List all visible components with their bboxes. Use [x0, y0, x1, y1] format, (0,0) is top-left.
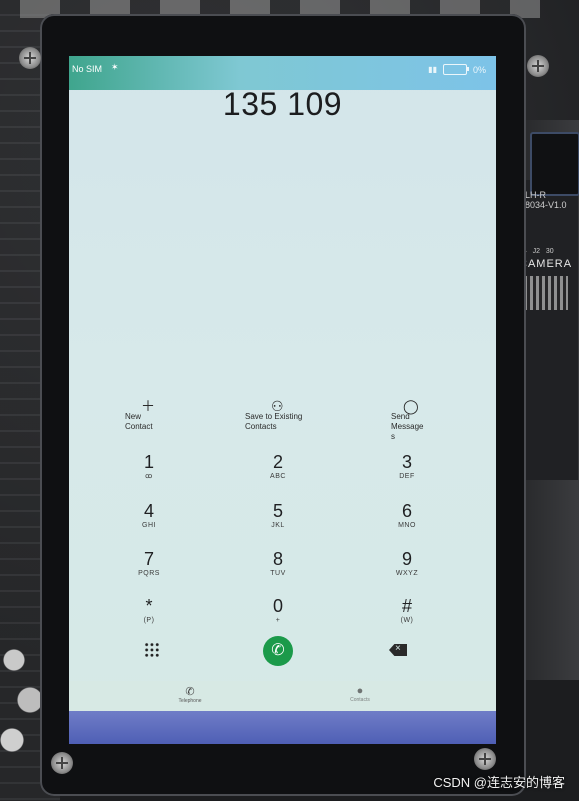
dialer-bottom-row: ✆ ×	[69, 634, 496, 674]
save-existing-label: Save to Existing Contacts	[245, 412, 303, 431]
key-letters: +	[275, 617, 281, 624]
key-digit: 6	[401, 501, 412, 521]
screw-icon	[527, 55, 549, 77]
camera-module-label: LH-R 8034-V1.0	[525, 190, 567, 210]
save-existing-button[interactable]: ⚇ Save to Existing Contacts	[245, 398, 303, 432]
key-4[interactable]: 4 GHI	[119, 501, 179, 531]
tab-telephone-label: Telephone	[178, 698, 202, 704]
key-digit: 4	[143, 501, 154, 521]
key-6[interactable]: 6 MNO	[377, 501, 437, 531]
key-letters: GHI	[142, 522, 156, 529]
key-letters: (P)	[143, 617, 155, 624]
person-icon: ●	[356, 685, 364, 697]
status-right: ▮▮ 0%	[428, 64, 486, 75]
key-letters: (W)	[400, 617, 414, 624]
key-letters: JKL	[271, 522, 285, 529]
key-star[interactable]: * (P)	[119, 596, 179, 626]
key-digit: 9	[401, 549, 412, 569]
key-9[interactable]: 9 WXYZ	[377, 549, 437, 579]
camera-lens-icon	[530, 132, 579, 196]
key-0[interactable]: 0 +	[248, 596, 308, 626]
key-digit: 1	[143, 452, 154, 472]
send-message-button[interactable]: ◯ Send Message s	[391, 398, 424, 442]
message-bubble-icon: ◯	[403, 398, 419, 414]
backspace-x: ×	[395, 643, 401, 654]
key-letters: PQRS	[138, 570, 160, 577]
key-5[interactable]: 5 JKL	[248, 501, 308, 531]
voicemail-icon: ꝏ	[145, 473, 153, 480]
contacts-group-icon: ⚇	[271, 398, 284, 414]
key-digit: 7	[143, 549, 154, 569]
tab-contacts-label: Contacts	[350, 697, 370, 703]
call-button[interactable]: ✆	[263, 636, 293, 666]
key-hash[interactable]: # (W)	[377, 596, 437, 626]
key-digit: 8	[272, 549, 283, 569]
key-digit: 2	[272, 452, 283, 472]
key-letters: MNO	[398, 522, 416, 529]
dialer-screen: No SIM ✶ ▮▮ 0% 135 109 ＋ New Contact ⚇ S…	[69, 56, 496, 744]
camera-label: CAMERA	[519, 258, 573, 270]
dialpad-icon[interactable]	[144, 642, 160, 658]
tab-telephone[interactable]: ✆ Telephone	[160, 685, 220, 704]
screw-icon	[474, 748, 496, 770]
watermark: CSDN @连志安的博客	[433, 775, 565, 790]
key-letters: DEF	[399, 473, 415, 480]
carrier-status: No SIM	[72, 64, 103, 74]
key-digit: 5	[272, 501, 283, 521]
send-message-label: Send Message s	[391, 412, 424, 441]
screw-icon	[19, 47, 41, 69]
new-contact-button[interactable]: ＋ New Contact	[125, 398, 155, 432]
plus-icon: ＋	[141, 398, 155, 414]
key-1[interactable]: 1 ꝏ	[119, 452, 179, 482]
battery-percent: 0%	[472, 64, 486, 75]
backspace-icon[interactable]: ×	[389, 644, 407, 656]
new-contact-label: New Contact	[125, 412, 153, 431]
key-digit: *	[145, 596, 153, 616]
key-3[interactable]: 3 DEF	[377, 452, 437, 482]
signal-icon: ▮▮	[428, 65, 437, 74]
wifi-off-icon: ✶	[111, 62, 119, 72]
dialer-actions: ＋ New Contact ⚇ Save to Existing Contact…	[69, 398, 496, 449]
key-7[interactable]: 7 PQRS	[119, 549, 179, 579]
dialed-number[interactable]: 135 109	[69, 86, 496, 123]
screw-icon	[51, 752, 73, 774]
key-digit: #	[401, 596, 412, 616]
key-digit: 0	[272, 596, 283, 616]
key-digit: 3	[401, 452, 412, 472]
key-8[interactable]: 8 TUV	[248, 549, 308, 579]
key-letters: WXYZ	[395, 570, 419, 577]
phone-call-icon: ✆	[271, 642, 285, 659]
bottom-tab-bar: ✆ Telephone ● Contacts	[69, 681, 496, 711]
key-letters: ABC	[270, 473, 286, 480]
battery-icon	[442, 64, 469, 75]
screen-bottom-band	[69, 711, 496, 744]
key-letters: TUV	[270, 570, 286, 577]
status-bar: No SIM ✶ ▮▮ 0%	[69, 56, 496, 90]
key-2[interactable]: 2 ABC	[248, 452, 308, 482]
tab-contacts[interactable]: ● Contacts	[330, 685, 390, 703]
phone-icon: ✆	[185, 686, 195, 698]
